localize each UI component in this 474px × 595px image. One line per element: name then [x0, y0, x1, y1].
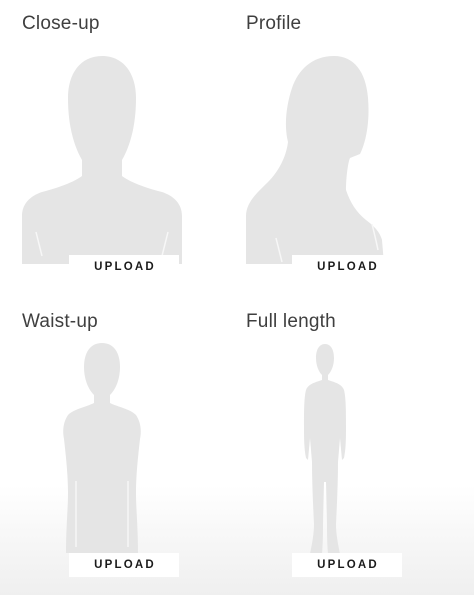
upload-button-waist-up[interactable]: UPLOAD [69, 553, 179, 577]
card-title-waist-up: Waist-up [22, 311, 98, 332]
head-profile-silhouette-icon [246, 56, 384, 264]
upload-button-close-up[interactable]: UPLOAD [69, 255, 179, 279]
upload-button-profile[interactable]: UPLOAD [292, 255, 402, 279]
card-title-full-length: Full length [246, 311, 336, 332]
card-title-close-up: Close-up [22, 13, 100, 34]
waist-up-silhouette-icon [63, 343, 141, 553]
upload-button-full-length[interactable]: UPLOAD [292, 553, 402, 577]
full-body-silhouette-icon [304, 344, 346, 554]
card-title-profile: Profile [246, 13, 302, 34]
head-and-shoulders-silhouette-icon [22, 56, 182, 264]
